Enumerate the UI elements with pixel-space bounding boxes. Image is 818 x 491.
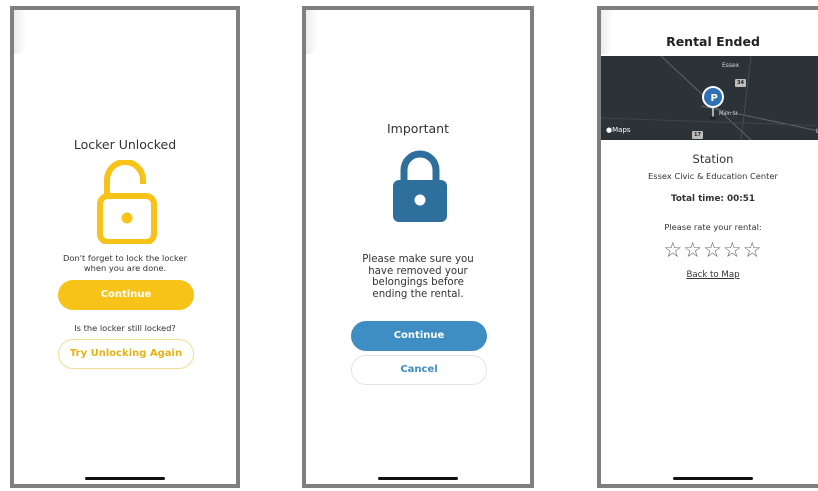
phone-screen-important: Important Please make sure you have remo… xyxy=(302,6,534,488)
station-label: Station xyxy=(692,152,734,166)
star-icon[interactable]: ☆ xyxy=(743,238,763,262)
screen-title: Locker Unlocked xyxy=(73,137,177,152)
screen-title: Rental Ended xyxy=(666,34,760,49)
continue-button[interactable]: Continue xyxy=(58,280,194,310)
station-pin-icon[interactable]: P xyxy=(698,84,728,120)
apple-maps-logo: ●Maps xyxy=(606,126,631,134)
rate-prompt: Please rate your rental: xyxy=(664,222,762,232)
belongings-warning-text: Please make sure you have removed your b… xyxy=(362,254,474,300)
back-to-map-link[interactable]: Back to Map xyxy=(601,270,818,280)
route-shield-34: 34 xyxy=(735,79,746,87)
still-locked-question: Is the locker still locked? xyxy=(74,323,176,333)
lock-closed-icon xyxy=(393,150,447,222)
star-icon[interactable]: ☆ xyxy=(663,238,683,262)
svg-text:P: P xyxy=(711,93,718,104)
home-indicator xyxy=(673,477,753,480)
cancel-button[interactable]: Cancel xyxy=(351,355,487,385)
map-city-label: Essex xyxy=(722,62,740,69)
continue-button[interactable]: Continue xyxy=(351,321,487,351)
home-indicator xyxy=(378,477,458,480)
lock-open-icon xyxy=(97,160,157,244)
lock-reminder-text: Don't forget to lock the locker when you… xyxy=(63,253,187,273)
station-map[interactable]: Essex 34 Main St 17 Lo ●Maps P xyxy=(601,56,818,140)
phone-screen-rental-ended: Rental Ended Essex 34 Main St 17 Lo ●Map… xyxy=(597,6,818,488)
star-icon[interactable]: ☆ xyxy=(683,238,703,262)
total-time: Total time: 00:51 xyxy=(670,194,756,204)
route-shield-17: 17 xyxy=(692,131,703,139)
star-icon[interactable]: ☆ xyxy=(703,238,723,262)
station-name: Essex Civic & Education Center xyxy=(648,171,778,181)
screen-title: Important xyxy=(387,121,449,136)
corner-shade xyxy=(306,10,318,54)
phone-screen-locker-unlocked: Locker Unlocked Don't forget to lock the… xyxy=(10,6,240,488)
home-indicator xyxy=(85,477,165,480)
try-unlocking-again-button[interactable]: Try Unlocking Again xyxy=(58,339,194,369)
rating-stars[interactable]: ☆☆☆☆☆ xyxy=(601,238,818,262)
star-icon[interactable]: ☆ xyxy=(723,238,743,262)
corner-shade xyxy=(14,10,26,54)
